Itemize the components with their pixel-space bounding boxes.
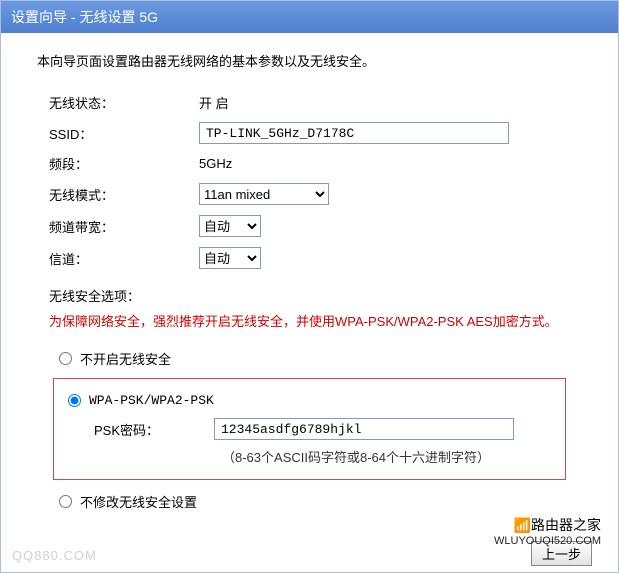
channel-label: 信道： (49, 249, 199, 268)
mode-select[interactable]: 11an mixed (199, 183, 329, 205)
wizard-window: 设置向导 - 无线设置 5G 本向导页面设置路由器无线网络的基本参数以及无线安全… (0, 0, 619, 573)
mode-label: 无线模式： (49, 185, 199, 204)
watermark-brand: 📶路由器之家 (514, 517, 601, 533)
wireless-status-value: 开 启 (199, 93, 590, 112)
bandwidth-label: 频道带宽： (49, 217, 199, 236)
security-warning: 为保障网络安全，强烈推荐开启无线安全，并使用WPA-PSK/WPA2-PSK A… (29, 309, 590, 343)
radio-row-wpa[interactable]: WPA-PSK/WPA2-PSK (62, 387, 557, 414)
band-label: 频段： (49, 154, 199, 173)
intro-text: 本向导页面设置路由器无线网络的基本参数以及无线安全。 (29, 51, 590, 70)
radio-none[interactable] (59, 352, 72, 365)
row-wireless-status: 无线状态： 开 启 (29, 88, 590, 117)
row-psk: PSK密码： (62, 414, 557, 444)
row-bandwidth: 频道带宽： 自动 (29, 210, 590, 242)
ssid-label: SSID： (49, 124, 199, 143)
radio-wpa[interactable] (68, 394, 81, 407)
channel-select[interactable]: 自动 (199, 247, 261, 269)
radio-wpa-label: WPA-PSK/WPA2-PSK (89, 393, 214, 408)
psk-hint: （8-63个ASCII码字符或8-64个十六进制字符） (62, 444, 557, 469)
wpa-highlight-box: WPA-PSK/WPA2-PSK PSK密码： （8-63个ASCII码字符或8… (53, 378, 566, 480)
radio-nochange-label: 不修改无线安全设置 (80, 492, 197, 511)
row-band: 频段： 5GHz (29, 149, 590, 178)
radio-row-nochange[interactable]: 不修改无线安全设置 (29, 486, 590, 517)
window-title: 设置向导 - 无线设置 5G (1, 1, 618, 33)
psk-input[interactable] (214, 418, 514, 440)
radio-none-label: 不开启无线安全 (80, 349, 171, 368)
row-channel: 信道： 自动 (29, 242, 590, 274)
watermark-right: 📶路由器之家 WLUYOUQI520.COM (494, 515, 601, 547)
psk-label: PSK密码： (94, 420, 214, 439)
security-heading: 无线安全选项： (29, 274, 590, 309)
radio-row-none[interactable]: 不开启无线安全 (29, 343, 590, 374)
bandwidth-select[interactable]: 自动 (199, 215, 261, 237)
watermark-url: WLUYOUQI520.COM (494, 535, 601, 547)
row-mode: 无线模式： 11an mixed (29, 178, 590, 210)
watermark-left: QQ880.COM (12, 548, 97, 563)
wireless-status-label: 无线状态： (49, 93, 199, 112)
row-ssid: SSID： (29, 117, 590, 149)
content-area: 本向导页面设置路由器无线网络的基本参数以及无线安全。 无线状态： 开 启 SSI… (1, 33, 618, 531)
band-value: 5GHz (199, 156, 590, 171)
ssid-input[interactable] (199, 122, 509, 144)
radio-nochange[interactable] (59, 495, 72, 508)
